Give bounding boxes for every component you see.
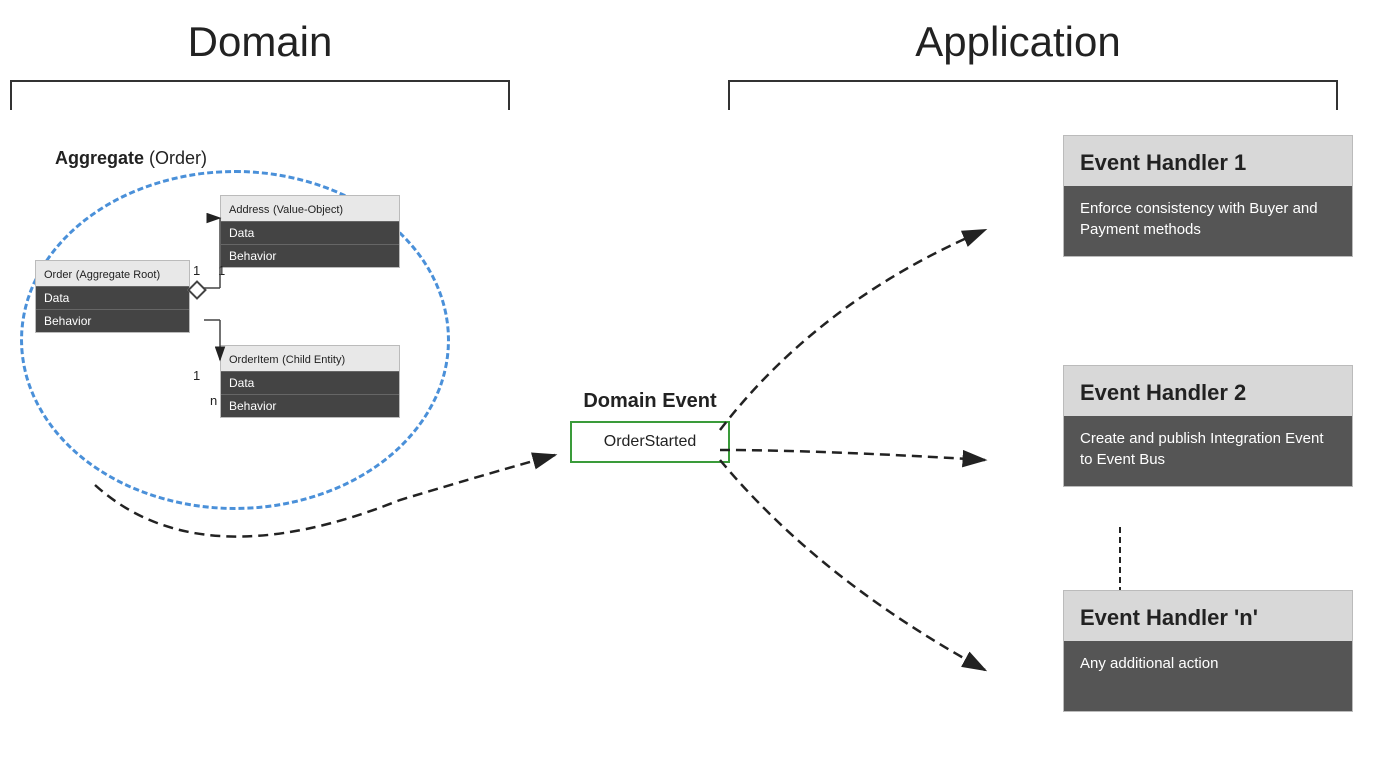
order-data-row: Data (36, 286, 189, 309)
event-handler-2-box: Event Handler 2 Create and publish Integ… (1063, 365, 1353, 487)
handler1-title: Event Handler 1 (1064, 136, 1352, 186)
connector-label-1c: 1 (193, 368, 200, 383)
handlern-title: Event Handler 'n' (1064, 591, 1352, 641)
handler2-title: Event Handler 2 (1064, 366, 1352, 416)
connector-label-n: n (210, 393, 217, 408)
event-handler-1-box: Event Handler 1 Enforce consistency with… (1063, 135, 1353, 257)
order-box-title: Order (Aggregate Root) (36, 261, 189, 286)
domain-section: Domain Aggregate (Order) Order (Aggregat… (0, 0, 620, 769)
address-data-row: Data (221, 221, 399, 244)
connector-label-1b: 1 (218, 263, 225, 278)
orderitem-box-title: OrderItem (Child Entity) (221, 346, 399, 371)
handlern-description: Any additional action (1064, 641, 1352, 711)
address-box: Address (Value-Object) Data Behavior (220, 195, 400, 268)
domain-title: Domain (0, 18, 520, 66)
orderitem-box: OrderItem (Child Entity) Data Behavior (220, 345, 400, 418)
domain-bracket (10, 80, 510, 110)
orderitem-data-row: Data (221, 371, 399, 394)
domain-event-label: Domain Event (550, 390, 750, 413)
aggregate-label: Aggregate (Order) (55, 148, 207, 169)
order-behavior-row: Behavior (36, 309, 189, 332)
domain-event-area: Domain Event OrderStarted (550, 390, 750, 463)
event-handler-n-box: Event Handler 'n' Any additional action (1063, 590, 1353, 712)
handler1-description: Enforce consistency with Buyer and Payme… (1064, 186, 1352, 256)
application-section: Application Event Handler 1 Enforce cons… (698, 0, 1378, 769)
orderitem-behavior-row: Behavior (221, 394, 399, 417)
application-title: Application (698, 18, 1338, 66)
domain-event-box: OrderStarted (570, 421, 730, 463)
address-behavior-row: Behavior (221, 244, 399, 267)
handler2-description: Create and publish Integration Event to … (1064, 416, 1352, 486)
address-box-title: Address (Value-Object) (221, 196, 399, 221)
order-box: Order (Aggregate Root) Data Behavior (35, 260, 190, 333)
application-bracket (728, 80, 1338, 110)
connector-label-1a: 1 (193, 263, 200, 278)
